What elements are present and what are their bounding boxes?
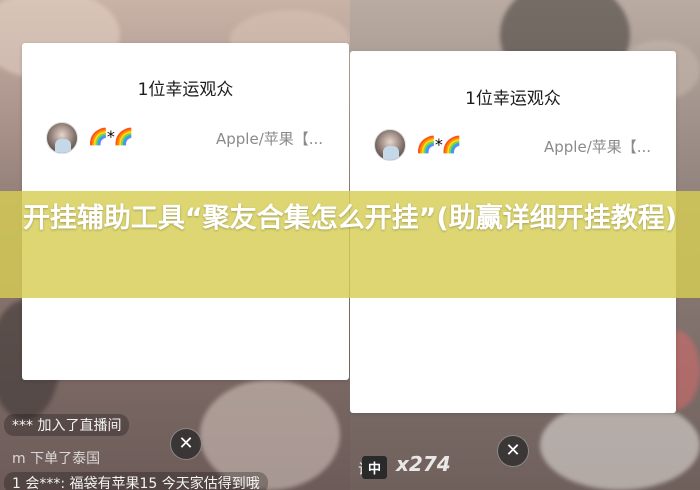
winner-prize: Apple/苹果【... xyxy=(216,130,324,148)
gift-count: x274 xyxy=(396,452,451,476)
banner-title: 开挂辅助工具“聚友合集怎么开挂”(助赢详细开挂教程) xyxy=(22,203,678,234)
chat-message: m 下单了泰国 xyxy=(12,451,101,467)
gift-badge: 中 xyxy=(362,456,388,479)
dialog-title: 1位幸运观众 xyxy=(137,80,234,100)
chat-join-message: *** 加入了直播间 xyxy=(4,414,130,436)
winner-prize: Apple/苹果【... xyxy=(544,138,652,156)
winner-avatar xyxy=(46,122,78,154)
chat-message: 1 会***: 福袋有苹果15 今天家估得到哦 xyxy=(4,472,268,490)
dialog-title: 1位幸运观众 xyxy=(465,89,561,109)
winner-avatar xyxy=(374,129,406,161)
close-icon[interactable]: ✕ xyxy=(170,428,202,460)
winner-nickname: 🌈*🌈 xyxy=(88,127,134,146)
close-icon[interactable]: ✕ xyxy=(497,435,529,467)
winner-nickname: 🌈*🌈 xyxy=(416,135,462,154)
